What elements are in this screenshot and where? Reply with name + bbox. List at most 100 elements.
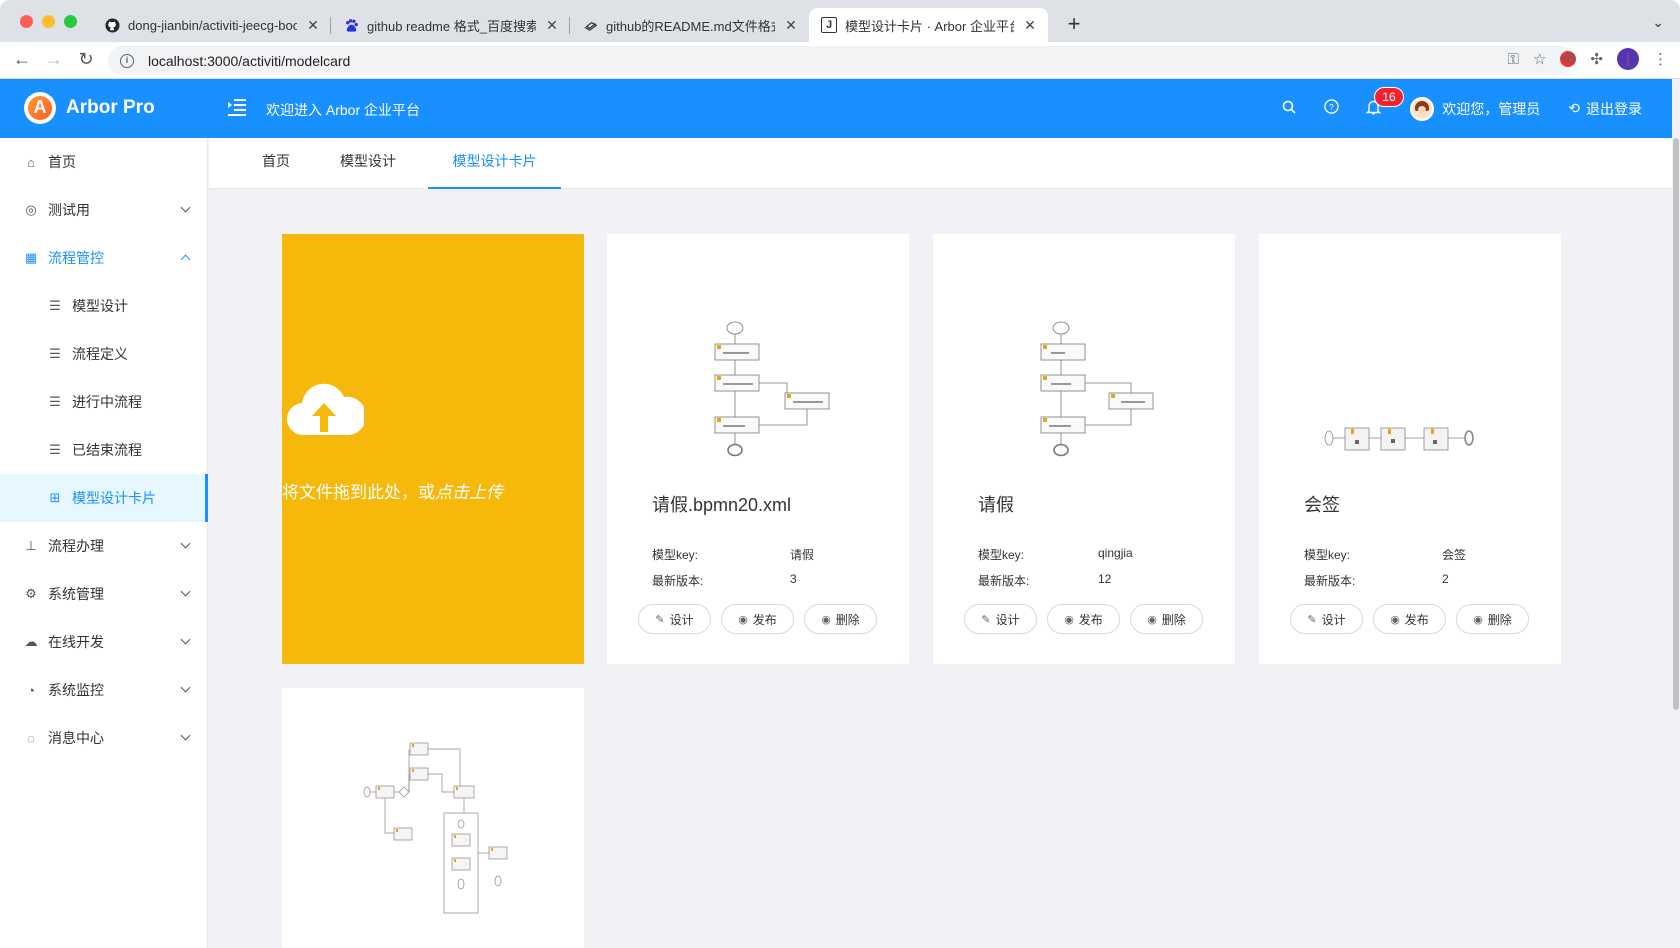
model-card: 请假.bpmn20.xml 模型key: 请假 最新版本: 3 ✎ 设计 ◉ 发布 ◉ 删…: [607, 234, 909, 664]
scrollbar-thumb[interactable]: [1673, 138, 1679, 710]
sidebar-item-process-control[interactable]: ▦ 流程管控: [0, 234, 207, 282]
publish-label: 发布: [752, 612, 777, 627]
sidebar-item-online-dev[interactable]: ☁ 在线开发: [0, 618, 207, 666]
tab-search-chevron-icon[interactable]: ⌄: [1652, 14, 1664, 31]
logo-icon: [24, 92, 56, 124]
baidu-icon: [343, 17, 359, 33]
tab-model-design[interactable]: 模型设计: [337, 138, 399, 189]
message-icon: ◌: [27, 730, 35, 746]
j-icon: J: [821, 17, 837, 33]
browser-tab[interactable]: github readme 格式_百度搜索 ✕: [331, 8, 570, 42]
sidebar-item-finished-process[interactable]: ☰ 已结束流程: [0, 426, 207, 474]
sidebar-item-label: 系统管理: [48, 586, 104, 602]
sidebar-item-label: 流程定义: [72, 346, 128, 362]
logout-button[interactable]: ⟲ 退出登录: [1568, 99, 1642, 119]
address-bar[interactable]: i localhost:3000/activiti/modelcard: [108, 46, 1573, 75]
upload-link[interactable]: 点击上传: [435, 483, 503, 502]
search-icon[interactable]: [1268, 100, 1310, 118]
close-window-button[interactable]: [20, 15, 33, 28]
browser-tab-active[interactable]: J 模型设计卡片 · Arbor 企业平台 ✕: [809, 8, 1048, 42]
puzzle-extensions-icon[interactable]: ✣: [1590, 50, 1603, 68]
bookmark-star-icon[interactable]: ☆: [1533, 50, 1546, 68]
browser-toolbar: ← → ↻ i localhost:3000/activiti/modelcar…: [0, 42, 1680, 79]
bell-icon[interactable]: 16: [1352, 86, 1404, 119]
user-menu[interactable]: 欢迎您，管理员: [1410, 96, 1540, 121]
model-name: 请假: [978, 495, 1014, 515]
model-version-value: 12: [1098, 572, 1112, 586]
model-key-value: 会签: [1442, 548, 1467, 562]
close-tab-icon[interactable]: ✕: [783, 17, 799, 34]
bpmn-diagram-preview: [1324, 427, 1474, 451]
edit-icon: ✎: [1307, 613, 1317, 626]
eye-icon: ◉: [1390, 613, 1400, 626]
menu-fold-icon[interactable]: [226, 96, 248, 118]
sidebar-item-message-center[interactable]: ◌ 消息中心: [0, 714, 207, 762]
close-tab-icon[interactable]: ✕: [1022, 17, 1038, 34]
design-button[interactable]: ✎ 设计: [1290, 604, 1363, 634]
model-version-value: 3: [790, 572, 797, 586]
info-icon[interactable]: i: [120, 53, 134, 68]
sidebar-item-label: 流程办理: [48, 538, 104, 554]
upload-hint[interactable]: 将文件拖到此处，或点击上传: [282, 478, 503, 503]
sidebar-item-process-handling[interactable]: ⊥ 流程办理: [0, 522, 207, 570]
browser-menu-icon[interactable]: ⋮: [1653, 50, 1668, 68]
extension-icon[interactable]: •B: [1560, 51, 1577, 67]
profile-avatar[interactable]: j: [1617, 48, 1639, 70]
tab-home[interactable]: 首页: [251, 138, 301, 189]
list-icon: ☰: [49, 442, 61, 457]
design-button[interactable]: ✎ 设计: [964, 604, 1037, 634]
delete-button[interactable]: ◉ 删除: [804, 604, 877, 634]
delete-button[interactable]: ◉ 删除: [1130, 604, 1203, 634]
cloud-upload-icon: [287, 383, 364, 436]
minimize-window-button[interactable]: [42, 15, 55, 28]
sidebar-item-model-design[interactable]: ☰ 模型设计: [0, 282, 207, 330]
github-icon: [104, 17, 120, 33]
sidebar-item-test[interactable]: ◎ 测试用: [0, 186, 207, 234]
bpmn-diagram-preview: [363, 742, 508, 914]
publish-button[interactable]: ◉ 发布: [1047, 604, 1120, 634]
publish-button[interactable]: ◉ 发布: [1373, 604, 1446, 634]
app-header: Arbor Pro 欢迎进入 Arbor 企业平台 ? 16 欢迎您，管理员 ⟲…: [0, 79, 1672, 138]
help-icon[interactable]: ?: [1310, 99, 1352, 118]
sidebar-item-label: 系统监控: [48, 682, 104, 698]
key-icon[interactable]: ⚿: [1508, 51, 1519, 68]
upload-dropzone[interactable]: 将文件拖到此处，或点击上传: [282, 234, 584, 664]
sidebar-item-label: 流程管控: [48, 250, 104, 266]
browser-tab[interactable]: github的README.md文件格式 ✕: [570, 8, 809, 42]
welcome-text: 欢迎进入 Arbor 企业平台: [266, 102, 421, 118]
back-arrow-icon[interactable]: ←: [10, 49, 34, 70]
sidebar-item-model-card[interactable]: ⊞ 模型设计卡片: [0, 474, 208, 522]
browser-window: dong-jianbin/activiti-jeecg-boo ✕ github…: [0, 0, 1680, 948]
tab-model-card[interactable]: 模型设计卡片: [428, 138, 561, 189]
zoom-window-button[interactable]: [64, 15, 77, 28]
design-label: 设计: [669, 612, 694, 627]
model-key-label: 模型key:: [1304, 548, 1351, 562]
model-key-value: 请假: [790, 548, 815, 562]
close-tab-icon[interactable]: ✕: [544, 17, 560, 34]
publish-button[interactable]: ◉ 发布: [721, 604, 794, 634]
logout-icon: ⟲: [1568, 100, 1580, 116]
browser-tab[interactable]: dong-jianbin/activiti-jeecg-boo ✕: [92, 8, 331, 42]
forward-arrow-icon[interactable]: →: [42, 49, 66, 70]
list-icon: ☰: [49, 298, 61, 313]
model-key-value: qingjia: [1098, 546, 1133, 560]
sidebar-item-process-definition[interactable]: ☰ 流程定义: [0, 330, 207, 378]
delete-button[interactable]: ◉ 删除: [1456, 604, 1529, 634]
edit-icon: ✎: [981, 613, 991, 626]
url-text: localhost:3000/activiti/modelcard: [148, 52, 351, 69]
close-tab-icon[interactable]: ✕: [305, 17, 321, 34]
model-key-label: 模型key:: [978, 548, 1025, 562]
sidebar-item-system-management[interactable]: ⚙ 系统管理: [0, 570, 207, 618]
sidebar-item-system-monitor[interactable]: ◔ 系统监控: [0, 666, 207, 714]
sidebar-item-running-process[interactable]: ☰ 进行中流程: [0, 378, 207, 426]
page-scrollbar[interactable]: [1672, 138, 1680, 948]
new-tab-button[interactable]: +: [1060, 10, 1088, 38]
monitor-icon: ◔: [27, 682, 35, 698]
chevron-down-icon: [180, 586, 191, 597]
brand-logo[interactable]: Arbor Pro: [24, 92, 155, 124]
design-button[interactable]: ✎ 设计: [638, 604, 711, 634]
sidebar-item-label: 模型设计卡片: [72, 490, 156, 506]
sidebar-item-home[interactable]: ⌂ 首页: [0, 138, 207, 186]
sidebar-item-label: 测试用: [48, 202, 90, 218]
reload-icon[interactable]: ↻: [74, 49, 98, 70]
